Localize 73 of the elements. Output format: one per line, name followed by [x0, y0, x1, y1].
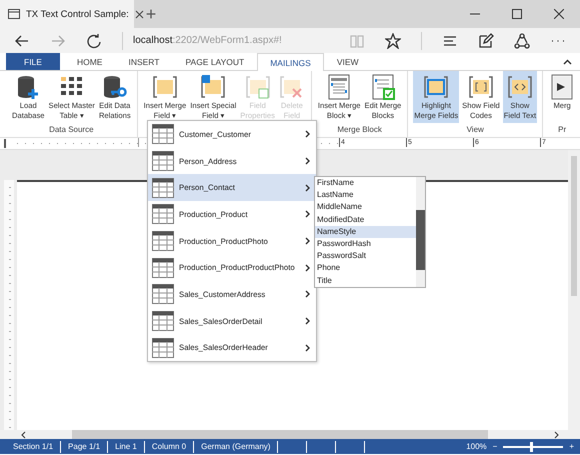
minimize-icon[interactable] [470, 13, 480, 15]
table-icon [152, 311, 174, 332]
status-text: Line 1 [108, 440, 145, 452]
list-item[interactable]: PasswordSalt [315, 250, 416, 262]
zoom-level: 100% [466, 442, 487, 451]
group-label: Pr [557, 124, 568, 136]
back-icon[interactable] [14, 32, 30, 48]
ribbon-tab[interactable]: PAGE LAYOUT [172, 53, 258, 70]
vertical-scrollbar[interactable] [568, 150, 580, 430]
table-icon [152, 231, 174, 252]
chevron-right-icon [305, 344, 311, 352]
ribbon-tab[interactable]: HOME [64, 53, 116, 70]
table-icon [152, 204, 174, 224]
bracket-field-icon [152, 74, 178, 100]
ribbon-tab[interactable]: MAILINGS [257, 53, 324, 71]
status-text: Column 0 [144, 440, 194, 452]
list-item[interactable]: NameStyle [315, 226, 416, 238]
bracket-field-icon [423, 74, 450, 100]
list-item[interactable]: LastName [315, 189, 416, 202]
document-icon [326, 74, 352, 100]
ribbon-tab[interactable]: VIEW [324, 53, 372, 70]
list-item[interactable]: FirstName [315, 177, 416, 190]
tab-title: TX Text Control Sample: [26, 8, 129, 20]
table-icon [152, 338, 174, 358]
share-icon[interactable] [514, 32, 530, 48]
zoom-out-button[interactable]: − [492, 442, 498, 451]
field-check-icon [244, 74, 271, 100]
chevron-right-icon [305, 184, 311, 192]
maximize-icon[interactable] [512, 9, 522, 19]
table-icon [152, 178, 174, 198]
chevron-left-icon[interactable] [20, 430, 28, 438]
chevron-right-icon [305, 130, 311, 138]
table-icon [152, 284, 174, 304]
chevron-right-icon [305, 290, 311, 298]
table-icon [152, 258, 174, 278]
slider-thumb[interactable] [530, 442, 534, 452]
horizontal-scrollbar[interactable] [0, 430, 580, 439]
document-play-icon [549, 74, 576, 100]
table-icon [152, 124, 174, 144]
chevron-right-icon [305, 210, 311, 218]
group-label: Merge Block [336, 124, 383, 136]
group-label: Data Source [48, 124, 95, 136]
star-icon[interactable] [385, 32, 401, 48]
chevron-right-icon [305, 317, 311, 326]
refresh-icon[interactable] [86, 32, 102, 48]
zoom-in-button[interactable]: + [569, 442, 574, 451]
list-item[interactable]: Phone [315, 262, 416, 274]
list-item[interactable]: Title [315, 274, 416, 287]
list-item[interactable]: PasswordHash [315, 238, 416, 250]
close-icon[interactable] [134, 10, 144, 18]
window-icon [8, 9, 20, 19]
chevron-right-icon[interactable] [552, 430, 560, 438]
caret-up-icon[interactable] [563, 58, 572, 64]
status-text: Section 1/1 [6, 440, 62, 452]
chevron-right-icon [305, 157, 311, 166]
list-item[interactable]: MiddleName [315, 201, 416, 214]
status-text: Page 1/1 [61, 440, 108, 452]
document-check-icon [370, 74, 396, 100]
ribbon-tab[interactable]: FILE [6, 53, 60, 70]
chevron-right-icon [305, 237, 311, 246]
chevron-right-icon [305, 264, 311, 272]
bracket-field-icon [200, 74, 226, 100]
list-scrollbar[interactable] [416, 177, 425, 287]
table-icon [152, 151, 174, 172]
ribbon-tab[interactable]: INSERT [115, 53, 172, 70]
new-tab-button[interactable]: + [134, 0, 168, 28]
status-text: German (Germany) [194, 440, 278, 452]
list-item[interactable]: ModifiedDate [315, 214, 416, 226]
close-icon[interactable] [554, 9, 564, 19]
bracket-field-icon [506, 74, 533, 100]
group-label: View [466, 124, 485, 136]
bracket-field-icon [468, 74, 494, 100]
database-key-icon [102, 74, 128, 100]
